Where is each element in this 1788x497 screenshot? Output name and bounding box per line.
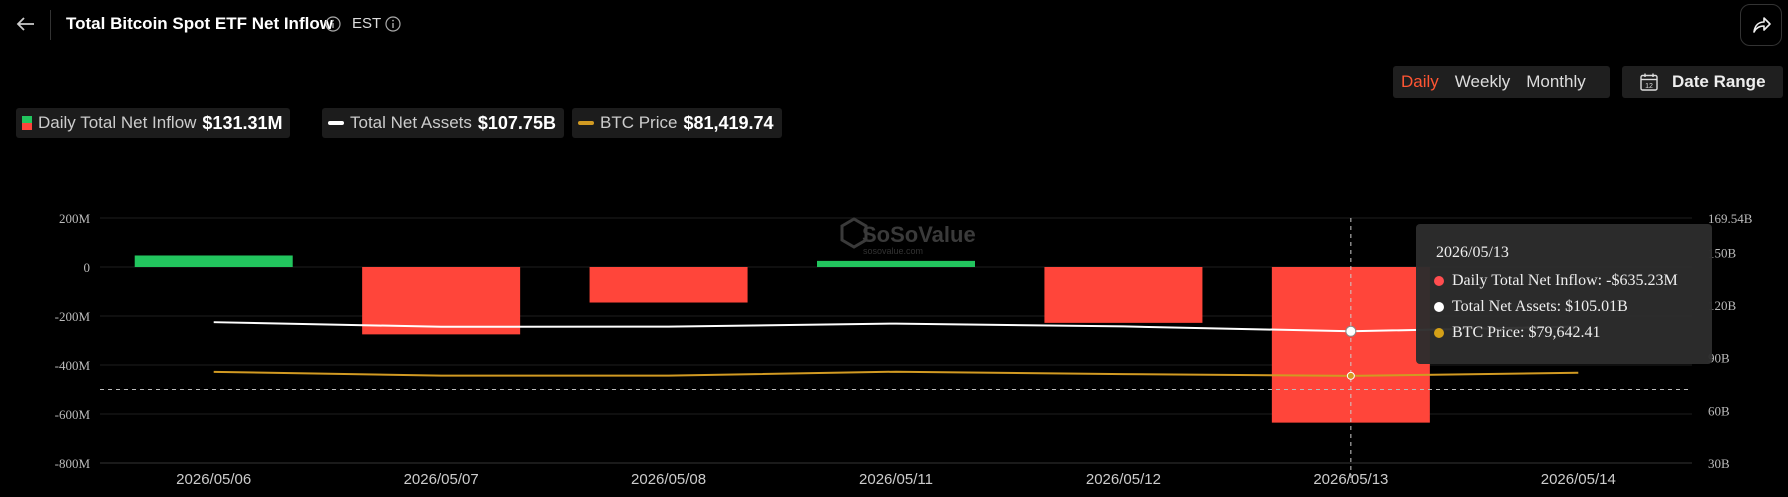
- bar-2026-05-06: [134, 255, 293, 267]
- x-axis-tick: 2026/05/06: [176, 471, 251, 488]
- bar-2026-05-07: [362, 267, 521, 335]
- x-axis-tick: 2026/05/14: [1541, 471, 1616, 488]
- left-axis-tick: -200M: [55, 309, 91, 324]
- right-axis-tick: 169.54B: [1708, 211, 1753, 226]
- bar-2026-05-11: [817, 260, 975, 267]
- btc-point: [1346, 371, 1355, 380]
- x-axis-tick: 2026/05/13: [1313, 471, 1388, 488]
- tooltip-text: Daily Total Net Inflow: -$635.23M: [1452, 272, 1678, 289]
- chart-tooltip: 2026/05/13 Daily Total Net Inflow: -$635…: [1416, 224, 1712, 364]
- right-axis-tick: 30B: [1708, 456, 1730, 471]
- left-axis-tick: -800M: [55, 456, 91, 471]
- tooltip-row-btc: BTC Price: $79,642.41: [1434, 324, 1600, 342]
- left-axis-tick: -600M: [55, 407, 91, 422]
- bar-2026-05-12: [1044, 267, 1203, 323]
- bar-2026-05-08: [589, 267, 748, 303]
- left-axis-tick: 200M: [59, 211, 91, 226]
- x-axis-tick: 2026/05/07: [404, 471, 479, 488]
- watermark-site: sosovalue.com: [863, 246, 923, 256]
- tooltip-dot: [1434, 328, 1444, 338]
- left-axis-tick: 0: [84, 260, 91, 275]
- tooltip-dot: [1434, 276, 1444, 286]
- x-axis-tick: 2026/05/11: [859, 471, 933, 488]
- tooltip-row-assets: Total Net Assets: $105.01B: [1434, 298, 1628, 316]
- watermark-name: SoSoValue: [862, 222, 976, 247]
- assets-point: [1345, 325, 1357, 337]
- right-axis-tick: 150B: [1708, 245, 1737, 260]
- tooltip-date: 2026/05/13: [1436, 244, 1509, 261]
- right-axis-tick: 120B: [1708, 298, 1737, 313]
- x-axis-tick: 2026/05/12: [1086, 471, 1161, 488]
- right-axis-tick: 60B: [1708, 403, 1730, 418]
- tooltip-row-inflow: Daily Total Net Inflow: -$635.23M: [1434, 272, 1678, 290]
- x-axis-tick: 2026/05/08: [631, 471, 706, 488]
- tooltip-dot: [1434, 302, 1444, 312]
- left-axis-tick: -400M: [55, 358, 91, 373]
- tooltip-text: Total Net Assets: $105.01B: [1452, 298, 1628, 315]
- tooltip-text: BTC Price: $79,642.41: [1452, 324, 1601, 341]
